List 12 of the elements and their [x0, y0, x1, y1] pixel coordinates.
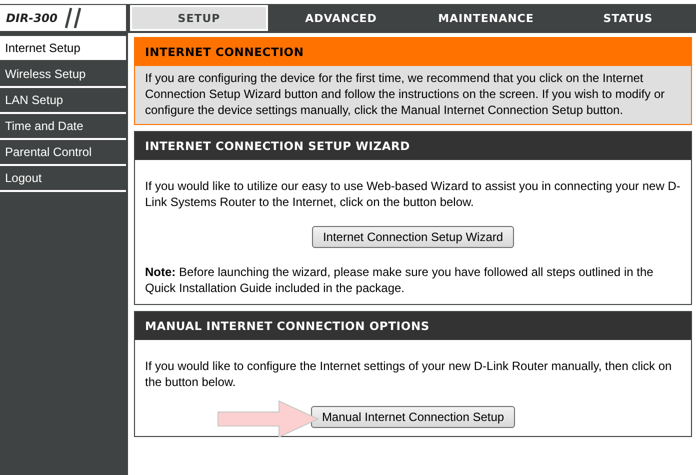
- section-title: INTERNET CONNECTION SETUP WIZARD: [135, 132, 691, 160]
- setup-button[interactable]: Internet Connection Setup Wizard: [312, 226, 514, 248]
- paragraph: If you would like to configure the Internet settings of your new D-Link Router manually, then click on the button below.: [145, 358, 673, 390]
- section-title: MANUAL INTERNET CONNECTION OPTIONS: [135, 312, 691, 340]
- note-text: Note: Before launching the wizard, please make sure you have followed all steps outlined in the Quick Installation Guide included in the package.: [145, 264, 654, 296]
- setup-button[interactable]: Manual Internet Connection Setup: [310, 406, 516, 428]
- sidebar-item[interactable]: Internet Setup: [0, 36, 126, 62]
- paragraph: If you are configuring the device for the first time, we recommend that you click on the Internet Connection Setup Wizard button and follow the instructions on the screen. If you wish to modify or configure the device settings manually, click the Manual Internet Connection Setup button.: [145, 70, 666, 118]
- nav-tab[interactable]: SETUP: [130, 5, 268, 31]
- logo: DIR-300: [0, 5, 126, 31]
- section-title: INTERNET CONNECTION: [135, 38, 691, 66]
- paragraph: If you would like to utilize our easy to use Web-based Wizard to assist you in connecting your new D-Link Systems Router to the Internet, click on the button below.: [145, 178, 681, 210]
